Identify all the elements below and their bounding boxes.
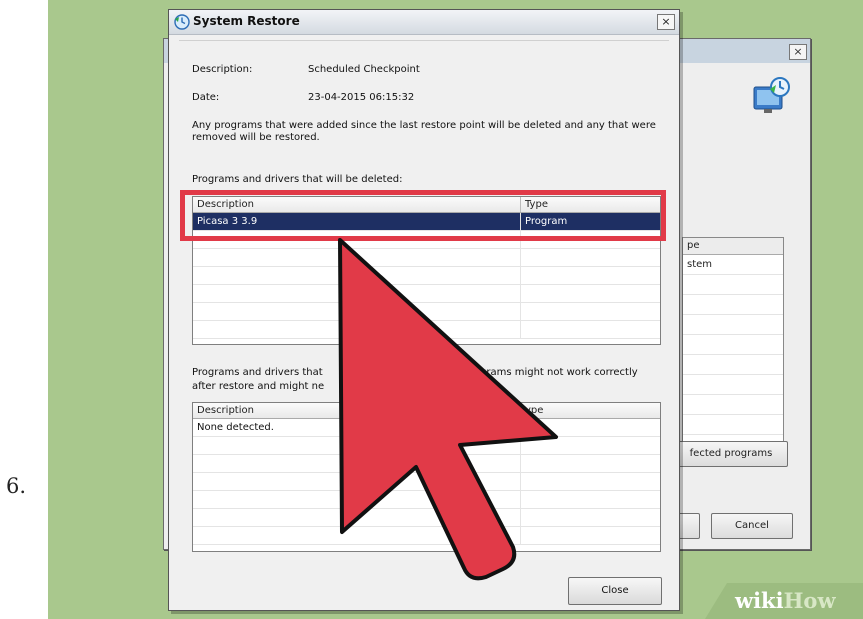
scan-affected-programs-button[interactable]: fected programs (674, 441, 788, 467)
background-window-list: pe stem (682, 237, 784, 449)
background-list-row (683, 415, 783, 435)
system-restore-icon (174, 14, 190, 30)
deleted-programs-heading: Programs and drivers that will be delete… (192, 174, 403, 185)
step-number: 6. (6, 474, 27, 498)
watermark-how: How (783, 588, 836, 613)
dialog-title: System Restore (193, 14, 300, 28)
dialog-close-icon[interactable]: × (657, 14, 675, 30)
background-list-row (683, 295, 783, 315)
date-value: 23-04-2015 06:15:32 (308, 92, 415, 103)
dialog-titlebar: System Restore × (169, 10, 679, 35)
restored-programs-heading: Programs and drivers that (192, 367, 323, 378)
background-list-row (683, 375, 783, 395)
cancel-button[interactable]: Cancel (711, 513, 793, 539)
background-window-close-button[interactable]: × (789, 44, 807, 60)
background-list-header: pe (683, 238, 783, 255)
watermark-wiki: wiki (735, 588, 784, 613)
restored-programs-heading-line2: after restore and might ne (192, 381, 325, 392)
description-value: Scheduled Checkpoint (308, 64, 420, 75)
background-list-row (683, 275, 783, 295)
system-restore-monitor-icon (753, 77, 790, 113)
background-list-row (683, 315, 783, 335)
date-label: Date: (192, 92, 220, 103)
close-button[interactable]: Close (568, 577, 662, 605)
background-list-row (683, 335, 783, 355)
info-text: Any programs that were added since the l… (192, 120, 656, 143)
background-list-row[interactable]: stem (683, 255, 783, 275)
wikihow-watermark: wikiHow (735, 588, 836, 613)
pointer-arrow-icon (338, 238, 558, 581)
description-label: Description: (192, 64, 253, 75)
background-list-row (683, 395, 783, 415)
background-list-row (683, 355, 783, 375)
